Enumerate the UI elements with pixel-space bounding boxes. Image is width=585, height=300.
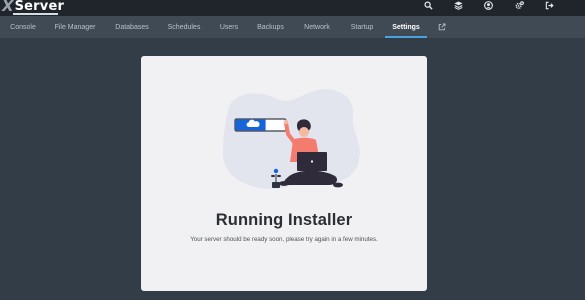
tab-file-manager[interactable]: File Manager [53, 16, 97, 38]
top-navigation-bar: X Server [0, 0, 585, 16]
tab-schedules[interactable]: Schedules [166, 16, 202, 38]
installer-message: Your server should be ready soon, please… [190, 236, 378, 243]
server-tab-bar: Console File Manager Databases Schedules… [0, 16, 585, 38]
sign-out-icon[interactable] [543, 0, 555, 11]
tab-network[interactable]: Network [302, 16, 332, 38]
logo-x: X [2, 0, 14, 15]
installer-title: Running Installer [215, 211, 353, 229]
tab-settings[interactable]: Settings [385, 16, 427, 38]
search-icon[interactable] [422, 0, 434, 11]
layers-icon[interactable] [452, 0, 464, 11]
logo-underline [13, 13, 58, 15]
installer-illustration [223, 89, 360, 189]
tab-users[interactable]: Users [218, 16, 240, 38]
account-icon[interactable] [482, 0, 494, 11]
tab-console[interactable]: Console [7, 16, 39, 38]
installer-card: Running Installer Your server should be … [141, 56, 427, 291]
tab-startup[interactable]: Startup [348, 16, 376, 38]
cogs-icon[interactable] [513, 0, 525, 11]
tab-backups[interactable]: Backups [255, 16, 286, 38]
brand-logo[interactable]: X Server [2, 0, 64, 14]
logo-name: Server [14, 0, 65, 14]
external-link-icon[interactable] [436, 16, 448, 38]
tab-databases[interactable]: Databases [113, 16, 151, 38]
